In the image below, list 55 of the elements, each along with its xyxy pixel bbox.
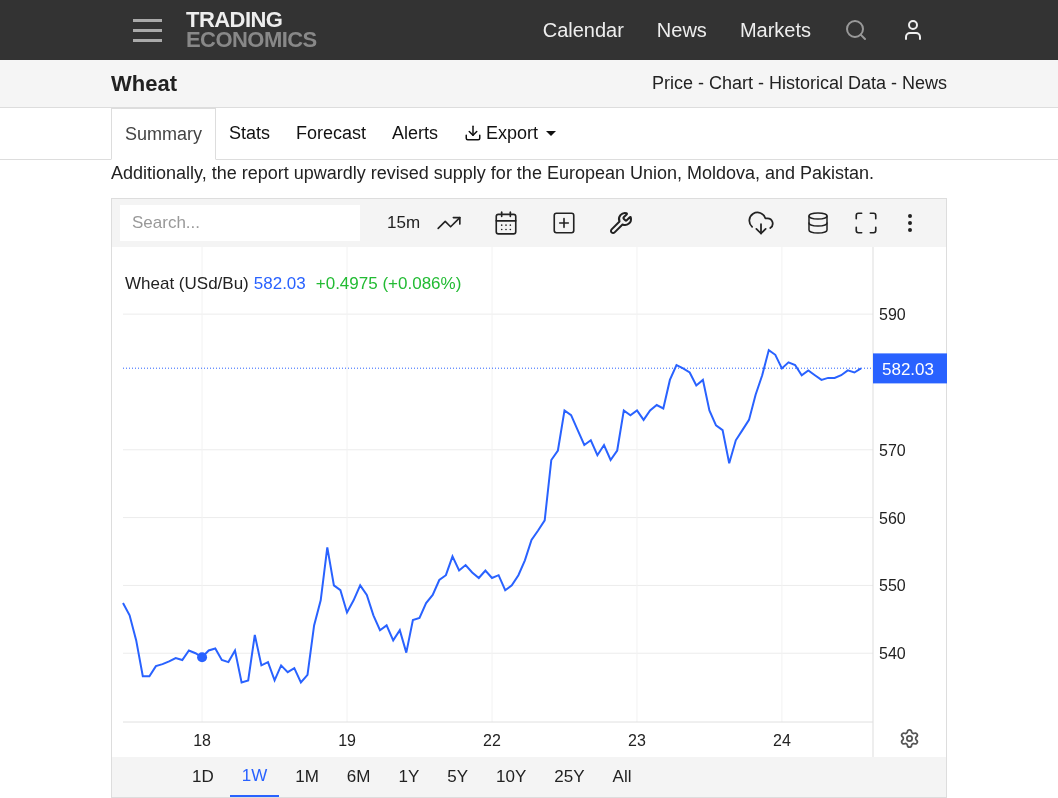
page-link[interactable]: Price: [651, 70, 693, 97]
range-tab[interactable]: 5Y: [435, 757, 481, 797]
range-tab[interactable]: 6M: [334, 757, 383, 797]
legend-change: +0.4975 (+0.086%): [315, 273, 462, 295]
search-icon[interactable]: [844, 18, 868, 42]
nav-link[interactable]: Markets: [739, 15, 811, 45]
price-tag: 582.03: [873, 353, 947, 384]
range-tab[interactable]: 1D: [180, 757, 226, 797]
tab[interactable]: Stats: [216, 107, 284, 159]
nav-link[interactable]: Calendar: [542, 15, 624, 45]
range-tab[interactable]: 10Y: [484, 757, 539, 797]
legend-price: 582.03: [253, 273, 306, 295]
calendar-icon[interactable]: [493, 210, 520, 236]
y-axis-label: 560: [879, 509, 906, 527]
x-axis-label: 18: [193, 732, 211, 749]
database-icon[interactable]: [806, 211, 830, 235]
settings-icon[interactable]: [899, 728, 920, 749]
tab[interactable]: Summary: [111, 108, 216, 160]
range-tab[interactable]: All: [600, 757, 644, 797]
marker-dot: [197, 652, 208, 663]
tab[interactable]: Alerts: [379, 107, 452, 159]
tab[interactable]: Forecast: [283, 107, 380, 159]
wrench-icon[interactable]: [609, 211, 634, 235]
x-axis-label: 19: [338, 732, 356, 749]
caret-icon: [546, 130, 557, 136]
search-field[interactable]: Search...: [120, 205, 360, 241]
cloud-download-icon[interactable]: [747, 209, 775, 237]
x-axis-label: 24: [773, 732, 791, 749]
separator: -: [757, 72, 764, 95]
interval-selector[interactable]: 15m: [387, 210, 421, 236]
y-axis-label: 550: [879, 577, 906, 595]
range-tab[interactable]: 1W: [229, 757, 280, 797]
download-icon: [464, 124, 483, 142]
range-tab[interactable]: 1Y: [386, 757, 432, 797]
legend-symbol: Wheat (USd/Bu): [125, 273, 249, 295]
x-axis-label: 22: [483, 732, 501, 749]
menu-icon[interactable]: [133, 18, 162, 42]
separator: -: [697, 72, 704, 95]
y-axis-label: 590: [879, 306, 906, 324]
page-link[interactable]: News: [902, 70, 947, 97]
logo[interactable]: TRADING ECONOMICS: [186, 10, 317, 50]
page-title: Wheat: [111, 70, 177, 98]
nav-link[interactable]: News: [656, 15, 707, 45]
range-tab[interactable]: 25Y: [542, 757, 597, 797]
y-axis-label: 570: [879, 441, 906, 459]
page-link[interactable]: Historical Data: [768, 70, 886, 97]
separator: -: [891, 72, 897, 95]
export-menu[interactable]: Export: [451, 107, 570, 159]
x-axis-label: 23: [628, 732, 646, 749]
add-icon[interactable]: [551, 210, 578, 236]
y-axis-label: 540: [879, 645, 906, 663]
paragraph: Additionally, the report upwardly revised supply for the European Union, Moldova, and Pakistan.: [110, 162, 876, 185]
fullscreen-icon[interactable]: [853, 210, 879, 236]
page-link[interactable]: Chart: [708, 70, 753, 97]
range-tab[interactable]: 1M: [283, 757, 331, 797]
